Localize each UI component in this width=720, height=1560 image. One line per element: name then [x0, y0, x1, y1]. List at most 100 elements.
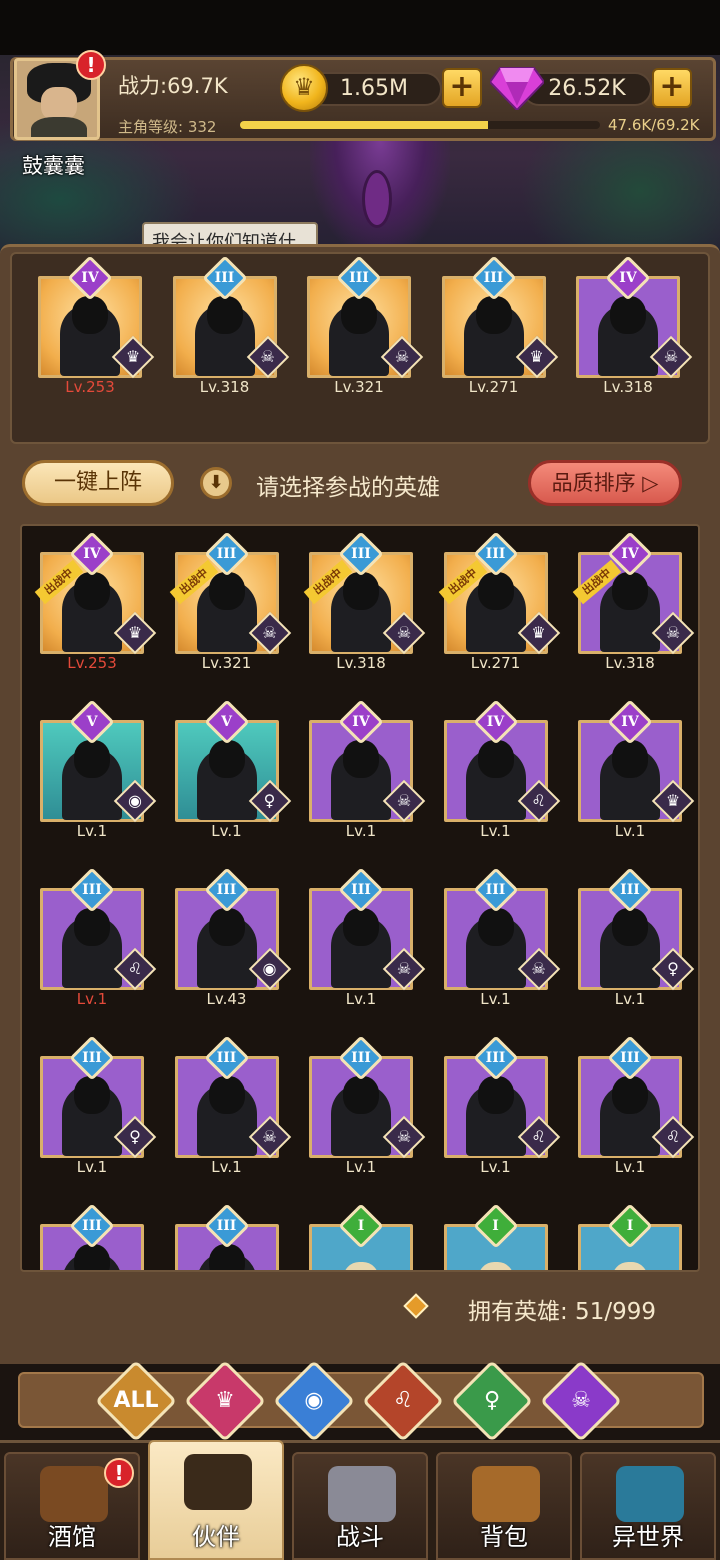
power-value: 战力:69.7K	[118, 74, 228, 98]
hero-head	[208, 740, 245, 778]
hero-card[interactable]: III ♌ Lv.1	[578, 1035, 695, 1176]
grade-label: III	[82, 882, 102, 898]
faction-glyph-icon: ☠	[396, 623, 412, 642]
hero-card[interactable]: 出战中 III ♛ Lv.271	[438, 531, 560, 672]
hero-card[interactable]: I	[443, 1203, 548, 1270]
nav-label: 酒馆	[48, 1523, 96, 1551]
hero-level: Lv.1	[480, 1158, 511, 1176]
hero-card[interactable]: IV ☠ Lv.1	[309, 699, 426, 840]
quality-sort-button[interactable]: 品质排序 ▷	[528, 460, 682, 506]
hero-card[interactable]: III ☠ Lv.1	[309, 867, 426, 1008]
hero-head	[208, 1076, 245, 1114]
hero-head	[208, 572, 245, 610]
nav-tab[interactable]: 背包	[436, 1452, 572, 1560]
hero-head	[74, 572, 110, 610]
hero-head	[477, 1076, 514, 1114]
elf-faction-icon: ♀	[483, 1388, 501, 1413]
hero-card[interactable]: III ☠ Lv.1	[443, 867, 560, 1008]
grade-label: IV	[352, 714, 370, 730]
hero-card[interactable]: V ♀ Lv.1	[174, 699, 291, 840]
faction-glyph-icon: ☠	[262, 623, 277, 642]
hero-card[interactable]: III ♌ Lv.1	[443, 1035, 560, 1176]
hero-level: Lv.253	[65, 378, 115, 396]
faction-glyph-icon: ♌	[127, 959, 143, 978]
hero-head	[477, 908, 514, 946]
sort-label: 品质排序	[551, 471, 636, 495]
team-slot[interactable]: IV ♛ Lv.253	[38, 255, 155, 396]
nav-tab[interactable]: 异世界	[580, 1452, 716, 1560]
hero-card[interactable]: 出战中 IV ♛ Lv.253	[34, 531, 157, 672]
faction-glyph-icon: ♌	[531, 791, 546, 810]
grade-label: IV	[621, 714, 639, 730]
nav-label: 异世界	[612, 1523, 684, 1551]
hero-card[interactable]: IV ♛ Lv.1	[578, 699, 695, 840]
hero-card[interactable]: III	[174, 1203, 279, 1270]
add-gold-button[interactable]: +	[442, 68, 482, 108]
hero-head	[612, 908, 648, 946]
hero-card[interactable]: III	[40, 1203, 144, 1270]
avatar-face	[41, 87, 77, 121]
faction-glyph-icon: ♌	[665, 1127, 681, 1146]
hero-head	[610, 296, 646, 334]
grade-label: IV	[619, 270, 637, 286]
hero-head	[343, 1076, 379, 1114]
hero-card[interactable]: III ◉ Lv.43	[174, 867, 291, 1008]
one-click-deploy-button[interactable]: 一键上阵	[22, 460, 174, 506]
xp-bar	[240, 121, 600, 129]
grade-label: III	[483, 270, 504, 286]
hero-card[interactable]: V ◉ Lv.1	[40, 699, 157, 840]
hero-level: Lv.43	[206, 990, 247, 1008]
team-slot[interactable]: IV ☠ Lv.318	[576, 255, 693, 396]
hero-card[interactable]: 出战中 III ☠ Lv.321	[169, 531, 291, 672]
grade-label: III	[216, 1050, 237, 1066]
lion-faction-icon: ♌	[393, 1388, 413, 1413]
faction-glyph-icon: ☠	[663, 347, 679, 366]
hero-head	[208, 1244, 245, 1270]
hero-level: Lv.1	[345, 990, 377, 1008]
grade-label: I	[357, 1218, 365, 1234]
info-icon[interactable]: ⬇	[200, 467, 232, 499]
hero-card[interactable]: III ☠ Lv.1	[309, 1035, 426, 1176]
faction-glyph-icon: ◉	[128, 791, 142, 810]
battle-icon	[328, 1466, 396, 1522]
hero-head	[343, 740, 379, 778]
team-slot[interactable]: III ☠ Lv.318	[172, 255, 289, 396]
grade-label: IV	[83, 546, 101, 562]
grade-label: IV	[486, 714, 505, 730]
hero-card[interactable]: III ♌ Lv.1	[40, 867, 157, 1008]
hero-level: Lv.1	[480, 822, 511, 840]
xp-text: 47.6K/69.2K	[608, 116, 700, 134]
xp-bar-fill	[240, 121, 488, 129]
gem-icon	[490, 67, 544, 110]
demon-faction-icon: ☠	[571, 1388, 591, 1413]
hero-level: Lv.1	[614, 1158, 646, 1176]
hero-card[interactable]: 出战中 III ☠ Lv.318	[303, 531, 426, 672]
hero-card[interactable]: I	[578, 1203, 682, 1270]
grade-label: III	[82, 1218, 102, 1234]
faction-glyph-icon: ☠	[396, 959, 412, 978]
grade-label: V	[221, 714, 232, 730]
hero-head	[341, 296, 377, 334]
hero-level: Lv.1	[345, 822, 377, 840]
nav-label: 背包	[480, 1523, 528, 1551]
grade-label: I	[626, 1218, 634, 1234]
add-gem-button[interactable]: +	[652, 68, 692, 108]
hero-card[interactable]: III ♀ Lv.1	[578, 867, 695, 1008]
nav-tab[interactable]: 战斗	[292, 1452, 428, 1560]
hero-head	[477, 740, 514, 778]
grade-label: III	[216, 546, 237, 562]
hero-card[interactable]: 出战中 IV ☠ Lv.318	[572, 531, 695, 672]
team-slot[interactable]: III ☠ Lv.321	[307, 255, 424, 396]
status-bar	[0, 0, 720, 60]
hero-card[interactable]: III ☠ Lv.1	[174, 1035, 291, 1176]
hero-head	[206, 296, 243, 334]
hero-card[interactable]: IV ♌ Lv.1	[443, 699, 560, 840]
hero-head	[74, 1076, 110, 1114]
nav-tab[interactable]: 伙伴	[148, 1440, 284, 1560]
faction-glyph-icon: ☠	[394, 347, 410, 366]
hero-card[interactable]: III ♀ Lv.1	[40, 1035, 157, 1176]
hero-level: Lv.318	[605, 654, 655, 672]
hero-card[interactable]: I	[309, 1203, 413, 1270]
grade-label: III	[485, 1050, 506, 1066]
team-slot[interactable]: III ♛ Lv.271	[441, 255, 558, 396]
